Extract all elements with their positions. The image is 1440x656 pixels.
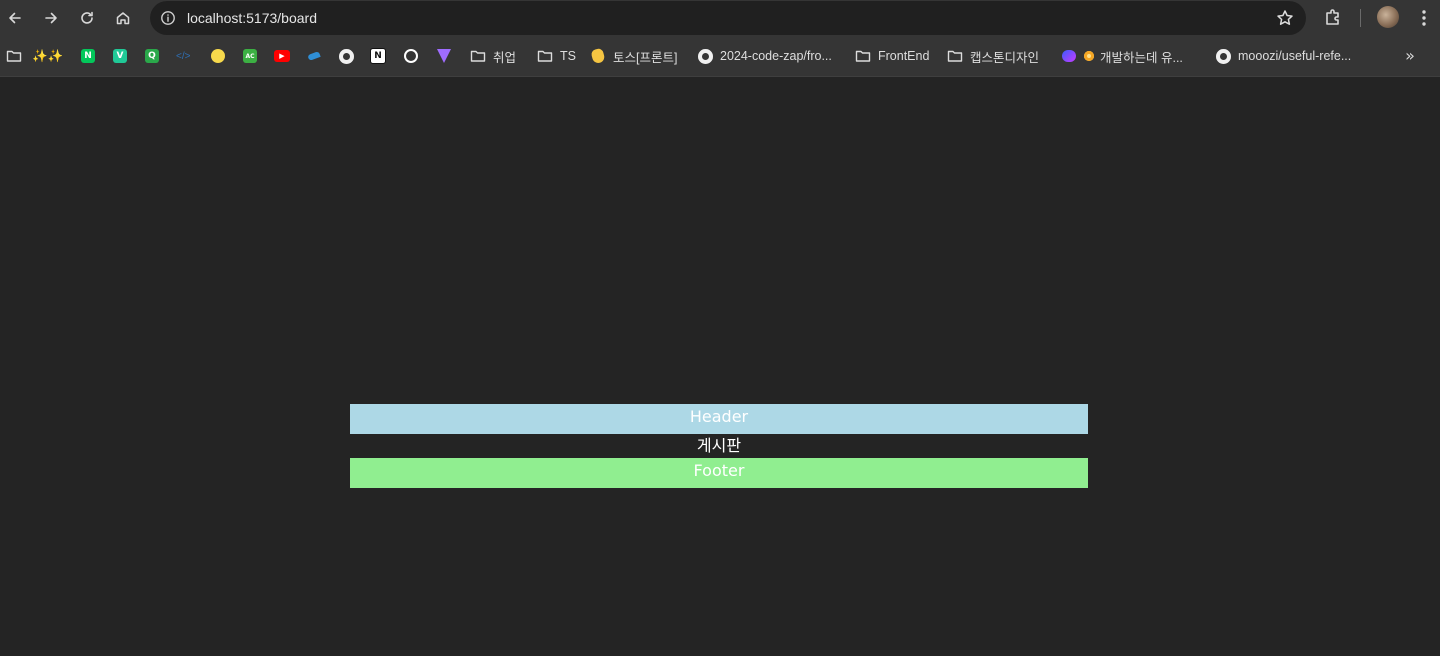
bookmark-vite[interactable] <box>436 44 452 68</box>
q-icon: Q <box>145 49 159 63</box>
bookmark-notion[interactable]: N <box>370 44 386 68</box>
monitor-icon <box>1062 50 1076 62</box>
folder-icon <box>470 48 486 64</box>
bookmark-smile[interactable] <box>210 44 226 68</box>
circle-icon <box>1084 51 1094 61</box>
info-icon[interactable] <box>160 10 176 26</box>
bookmark-bird[interactable] <box>306 44 322 68</box>
bookmark-folder-capstone[interactable]: 캡스톤디자인 <box>947 44 1039 68</box>
browser-chrome: localhost:5173/board ✨✨ N V Q </> AC ▶ N… <box>0 0 1440 77</box>
page-viewport: Header 게시판 Footer <box>0 77 1440 656</box>
bookmark-v[interactable]: V <box>112 44 128 68</box>
sparkles-icon: ✨✨ <box>32 48 64 63</box>
notion-icon: N <box>370 48 386 64</box>
address-bar[interactable]: localhost:5173/board <box>150 1 1306 35</box>
reload-button[interactable] <box>74 5 100 31</box>
home-button[interactable] <box>110 5 136 31</box>
bookmark-code[interactable]: </> <box>176 44 190 68</box>
reload-icon <box>81 11 93 24</box>
bookmark-youtube[interactable]: ▶ <box>274 44 290 68</box>
toolbar-divider <box>1360 9 1361 27</box>
smile-icon <box>211 49 225 63</box>
code-icon: </> <box>176 50 191 62</box>
extensions-icon[interactable] <box>1322 7 1344 29</box>
bookmark-n[interactable]: N <box>80 44 96 68</box>
folder-icon <box>537 48 553 64</box>
arrow-right-icon <box>45 12 57 24</box>
page-header: Header <box>350 404 1088 434</box>
forward-button[interactable] <box>38 5 64 31</box>
back-button[interactable] <box>2 5 28 31</box>
star-icon[interactable] <box>1276 9 1294 27</box>
folder-icon <box>6 48 22 64</box>
kebab-menu-icon[interactable] <box>1414 7 1434 29</box>
vite-icon <box>437 49 451 63</box>
github-icon <box>1215 48 1231 64</box>
board-title: 게시판 <box>696 436 742 455</box>
folder-icon <box>947 48 963 64</box>
bookmark-folder-job[interactable]: 취업 <box>470 44 516 68</box>
profile-avatar[interactable] <box>1377 6 1399 28</box>
github-icon <box>697 48 713 64</box>
bookmark-github-mooozi[interactable]: mooozi/useful-refe... <box>1215 44 1351 68</box>
naver-icon: N <box>81 49 95 63</box>
bookmark-openai[interactable] <box>403 44 419 68</box>
bookmark-folder-frontend[interactable]: FrontEnd <box>855 44 929 68</box>
url-text[interactable]: localhost:5173/board <box>187 10 317 26</box>
bookmarks-bar: ✨✨ N V Q </> AC ▶ N 취업 TS 토스[프론트] 2024-c… <box>0 40 1440 72</box>
openai-icon <box>404 49 418 63</box>
bookmark-toss[interactable]: 토스[프론트] <box>590 44 677 68</box>
ac-icon: AC <box>243 49 257 63</box>
home-icon <box>116 12 130 25</box>
bird-icon <box>307 51 321 61</box>
bookmark-dev-blog[interactable]: 개발하는데 유... <box>1061 44 1183 68</box>
page-footer: Footer <box>350 458 1088 488</box>
bookmark-github[interactable] <box>338 44 354 68</box>
github-icon <box>338 48 354 64</box>
youtube-icon: ▶ <box>274 50 290 62</box>
hand-wave-icon <box>590 47 606 65</box>
bookmark-q[interactable]: Q <box>144 44 160 68</box>
more-bookmarks-chevron-icon[interactable]: » <box>1400 47 1420 65</box>
bookmark-sparkles[interactable]: ✨✨ <box>32 44 63 68</box>
folder-icon <box>855 48 871 64</box>
velog-icon: V <box>113 49 127 63</box>
bookmark-folder[interactable] <box>6 44 22 68</box>
bookmark-github-codezap[interactable]: 2024-code-zap/fro... <box>697 44 832 68</box>
browser-toolbar: localhost:5173/board <box>0 0 1440 36</box>
bookmark-folder-ts[interactable]: TS <box>537 44 576 68</box>
bookmark-ac[interactable]: AC <box>242 44 258 68</box>
arrow-left-icon <box>9 12 21 24</box>
